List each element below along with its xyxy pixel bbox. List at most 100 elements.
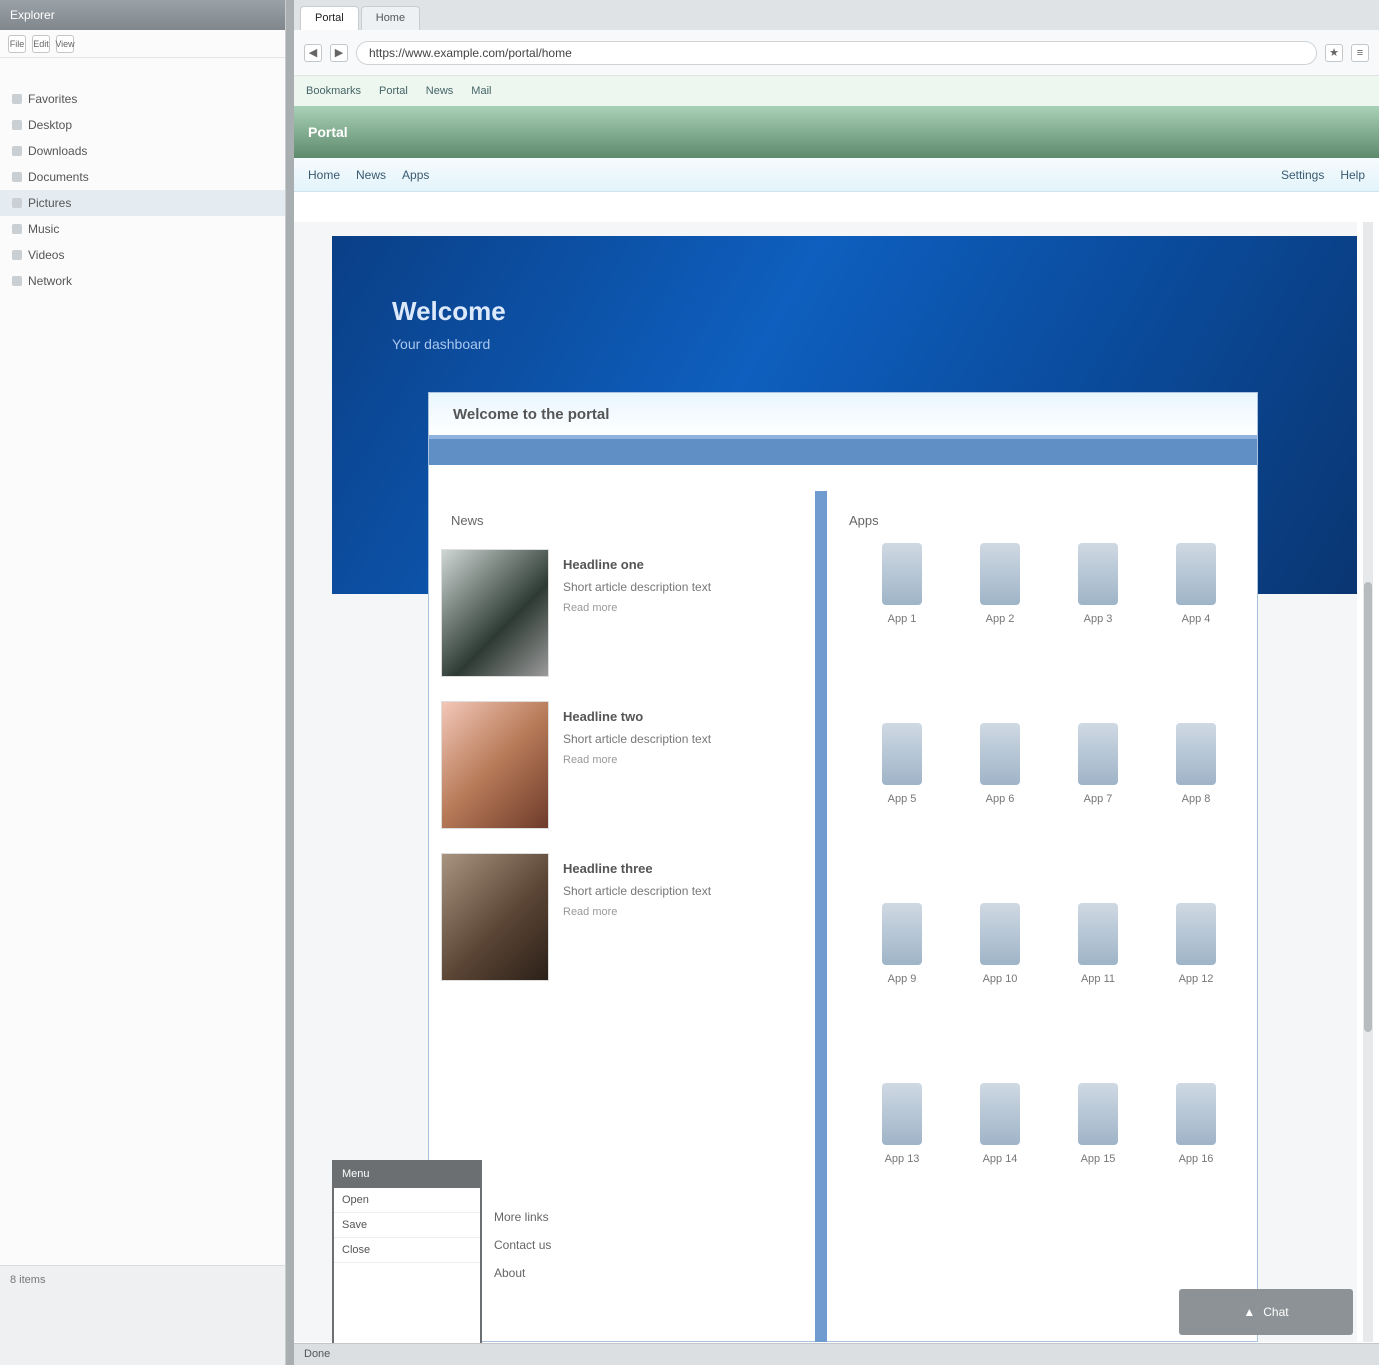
tab-home[interactable]: Home <box>360 6 421 30</box>
edit-menu[interactable]: Edit <box>32 34 50 53</box>
bookmark-item[interactable]: Portal <box>379 85 408 97</box>
app-tile[interactable]: App 7 <box>1053 723 1143 853</box>
app-icon <box>980 543 1020 605</box>
site-nav-item[interactable]: Home <box>308 168 340 182</box>
apps-title: Apps <box>849 513 879 528</box>
article-meta[interactable]: Read more <box>563 754 811 766</box>
app-label: App 12 <box>1178 973 1214 985</box>
site-nav-item[interactable]: Apps <box>402 168 429 182</box>
app-icon <box>1176 543 1216 605</box>
app-label: App 9 <box>887 973 917 985</box>
popup-item[interactable]: Close <box>334 1238 480 1263</box>
main-panel: Welcome to the portal News Headline one … <box>428 392 1258 1342</box>
app-tile[interactable]: App 15 <box>1053 1083 1143 1213</box>
chat-label: Chat <box>1263 1305 1289 1319</box>
site-banner: Portal <box>294 106 1379 158</box>
article-title: Headline three <box>563 861 653 876</box>
popup-item[interactable]: Save <box>334 1213 480 1238</box>
back-button[interactable]: ◀ <box>304 43 322 62</box>
vertical-scrollbar[interactable] <box>1363 222 1373 1342</box>
app-tile[interactable]: App 16 <box>1151 1083 1241 1213</box>
app-tile[interactable]: App 1 <box>857 543 947 673</box>
app-label: App 3 <box>1083 613 1113 625</box>
file-menu-label: File <box>9 38 25 49</box>
app-tile[interactable]: App 3 <box>1053 543 1143 673</box>
left-toolbar: File Edit View <box>0 30 285 58</box>
app-icon <box>1078 543 1118 605</box>
menu-button[interactable]: ≡ <box>1351 43 1369 62</box>
app-tile[interactable]: App 12 <box>1151 903 1241 1033</box>
app-tile[interactable]: App 13 <box>857 1083 947 1213</box>
article-meta[interactable]: Read more <box>563 906 811 918</box>
folder-icon <box>12 94 22 104</box>
article-item[interactable]: Headline one Short article description t… <box>441 549 811 683</box>
star-button[interactable]: ★ <box>1325 43 1343 62</box>
app-label: App 6 <box>985 793 1015 805</box>
app-tile[interactable]: App 5 <box>857 723 947 853</box>
sidebar-item[interactable]: Downloads <box>0 138 285 164</box>
sidebar-item-label: Desktop <box>28 118 73 132</box>
article-item[interactable]: Headline three Short article description… <box>441 853 811 987</box>
star-icon: ★ <box>1329 47 1339 59</box>
app-icon <box>882 723 922 785</box>
article-thumbnail <box>441 853 549 981</box>
article-desc: Short article description text <box>563 732 712 746</box>
scrollbar-thumb[interactable] <box>1364 582 1372 1032</box>
bookmark-item[interactable]: Mail <box>471 85 491 97</box>
app-tile[interactable]: App 10 <box>955 903 1045 1033</box>
app-icon <box>1078 723 1118 785</box>
folder-icon <box>12 276 22 286</box>
forward-button[interactable]: ▶ <box>330 43 348 62</box>
sidebar-item-label: Downloads <box>28 144 88 158</box>
app-tile[interactable]: App 2 <box>955 543 1045 673</box>
footer-links: More links Contact us About <box>494 1210 551 1280</box>
chat-button[interactable]: ▲ Chat <box>1179 1289 1353 1335</box>
tab-strip: Portal Home <box>294 0 1379 30</box>
site-nav: Home News Apps Settings Help <box>294 158 1379 192</box>
sidebar-item[interactable]: Favorites <box>0 86 285 112</box>
bookmark-item[interactable]: News <box>426 85 454 97</box>
url-input[interactable]: https://www.example.com/portal/home <box>356 40 1317 65</box>
article-desc: Short article description text <box>563 884 712 898</box>
app-tile[interactable]: App 4 <box>1151 543 1241 673</box>
sidebar-item[interactable]: Videos <box>0 242 285 268</box>
file-menu[interactable]: File <box>8 34 26 53</box>
app-tile[interactable]: App 6 <box>955 723 1045 853</box>
left-pane: Explorer File Edit View Favorites Deskto… <box>0 0 286 1365</box>
app-label: App 1 <box>887 613 917 625</box>
sidebar-item-label: Network <box>28 274 73 288</box>
footer-link[interactable]: Contact us <box>494 1238 551 1252</box>
app-label: App 2 <box>985 613 1015 625</box>
site-nav-item[interactable]: News <box>356 168 386 182</box>
app-tile[interactable]: App 8 <box>1151 723 1241 853</box>
app-tile[interactable]: App 14 <box>955 1083 1045 1213</box>
sidebar-item[interactable]: Pictures <box>0 190 285 216</box>
pane-splitter[interactable] <box>286 0 294 1365</box>
menu-icon: ≡ <box>1356 46 1364 59</box>
popup-item[interactable]: Open <box>334 1188 480 1213</box>
back-arrow-icon: ◀ <box>308 47 318 59</box>
hero-title: Welcome <box>392 296 506 326</box>
sidebar-item[interactable]: Documents <box>0 164 285 190</box>
footer-link[interactable]: More links <box>494 1210 551 1224</box>
tab-portal[interactable]: Portal <box>300 6 359 30</box>
bookmark-item[interactable]: Bookmarks <box>306 85 361 97</box>
footer-link[interactable]: About <box>494 1266 551 1280</box>
article-meta[interactable]: Read more <box>563 602 811 614</box>
sidebar-item-label: Favorites <box>28 92 78 106</box>
article-text: Headline one Short article description t… <box>563 549 811 683</box>
site-nav-item[interactable]: Settings <box>1281 168 1324 182</box>
app-icon <box>980 1083 1020 1145</box>
article-item[interactable]: Headline two Short article description t… <box>441 701 811 835</box>
site-nav-item[interactable]: Help <box>1340 168 1365 182</box>
app-tile[interactable]: App 11 <box>1053 903 1143 1033</box>
sidebar-item[interactable]: Network <box>0 268 285 294</box>
sidebar-item[interactable]: Desktop <box>0 112 285 138</box>
app-label: App 11 <box>1080 973 1116 985</box>
app-label: App 15 <box>1080 1153 1116 1165</box>
sidebar-item[interactable]: Music <box>0 216 285 242</box>
app-tile[interactable]: App 9 <box>857 903 947 1033</box>
article-text: Headline three Short article description… <box>563 853 811 987</box>
view-menu[interactable]: View <box>55 34 75 53</box>
app-icon <box>1078 903 1118 965</box>
